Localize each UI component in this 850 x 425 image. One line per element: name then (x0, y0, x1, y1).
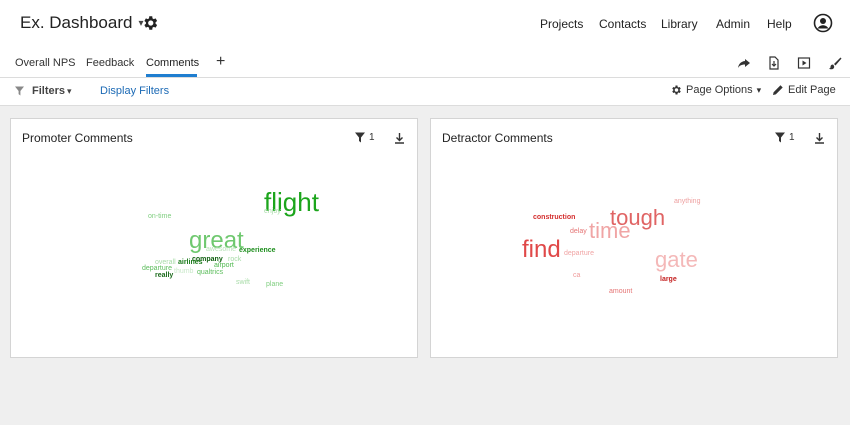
export-icon[interactable] (767, 56, 781, 70)
cloud-word-construction[interactable]: construction (533, 214, 575, 221)
tab-feedback[interactable]: Feedback (86, 57, 134, 69)
gear-icon (672, 85, 681, 95)
promoter-comments-widget: Promoter Comments 1 flight great enjoy on-t… (10, 118, 418, 358)
cloud-word-large[interactable]: large (660, 276, 677, 283)
filters-dropdown[interactable]: Filters (32, 85, 65, 97)
chevron-down-icon: ▾ (756, 84, 762, 95)
nav-admin[interactable]: Admin (716, 17, 750, 31)
chevron-down-icon[interactable]: ▾ (67, 86, 72, 97)
cloud-word-anything[interactable]: anything (674, 198, 700, 205)
cloud-word-airlines[interactable]: airlines (178, 259, 203, 266)
edit-page-button[interactable]: Edit Page (772, 84, 836, 96)
display-filters-link[interactable]: Display Filters (100, 85, 169, 97)
nav-projects[interactable]: Projects (540, 17, 583, 31)
page-tab-bar: Overall NPS Feedback Comments + (0, 48, 850, 78)
cloud-word-thumb[interactable]: thumb (174, 268, 193, 275)
page-options-button[interactable]: Page Options ▾ (670, 84, 761, 96)
cloud-word-experience[interactable]: experience (239, 247, 276, 254)
cloud-word-on-time[interactable]: on-time (148, 213, 171, 220)
share-icon[interactable] (737, 56, 751, 70)
nav-contacts[interactable]: Contacts (599, 17, 646, 31)
cloud-word-plane[interactable]: plane (266, 281, 283, 288)
detractor-comments-widget: Detractor Comments 1 tough anything constr… (430, 118, 838, 358)
word-cloud: flight great enjoy on-time awesome experience… (11, 119, 419, 359)
cloud-word-enjoy[interactable]: enjoy (264, 208, 281, 215)
nav-help[interactable]: Help (767, 17, 792, 31)
tab-overall-nps[interactable]: Overall NPS (15, 57, 76, 69)
cloud-word-departure[interactable]: departure (564, 250, 594, 257)
cloud-word-departure[interactable]: departure (142, 265, 172, 272)
cloud-word-qualtrics[interactable]: qualtrics (197, 269, 223, 276)
cloud-word-airport[interactable]: airport (214, 262, 234, 269)
add-page-button[interactable]: + (216, 53, 225, 71)
user-account-icon[interactable] (813, 13, 833, 33)
cloud-word-find[interactable]: find (522, 238, 561, 262)
active-tab-indicator (146, 74, 197, 77)
cloud-word-delay[interactable]: delay (570, 228, 587, 235)
filter-bar: Filters ▾ Display Filters Page Options ▾… (0, 78, 850, 106)
page-options-label: Page Options (686, 84, 753, 96)
theme-brush-icon[interactable] (828, 56, 842, 70)
dashboard-selector[interactable]: Ex. Dashboard ▾ (20, 13, 143, 33)
present-icon[interactable] (797, 56, 811, 70)
dashboard-title: Ex. Dashboard (20, 13, 133, 32)
cloud-word-amount[interactable]: amount (609, 288, 632, 295)
cloud-word-swift[interactable]: swift (236, 279, 250, 286)
edit-page-label: Edit Page (788, 84, 836, 96)
top-bar: Ex. Dashboard ▾ Projects Contacts Librar… (0, 0, 850, 48)
nav-library[interactable]: Library (661, 17, 698, 31)
word-cloud: tough anything construction time delay find de… (431, 119, 839, 359)
cloud-word-ca[interactable]: ca (573, 272, 580, 279)
cloud-word-time[interactable]: time (589, 220, 631, 242)
pencil-icon (773, 85, 783, 95)
tab-comments[interactable]: Comments (146, 57, 199, 69)
cloud-word-awesome[interactable]: awesome (206, 246, 236, 253)
cloud-word-gate[interactable]: gate (655, 249, 698, 271)
gear-icon[interactable] (141, 14, 159, 32)
funnel-icon (15, 86, 24, 96)
cloud-word-really[interactable]: really (155, 272, 173, 279)
